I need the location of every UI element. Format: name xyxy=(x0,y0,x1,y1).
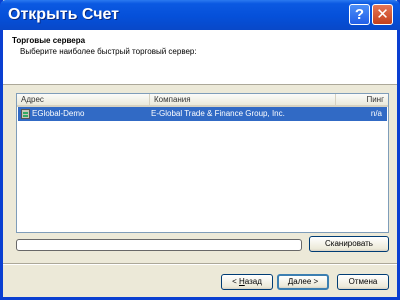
scan-button[interactable]: Сканировать xyxy=(309,236,389,252)
next-button[interactable]: Далее > xyxy=(277,274,329,290)
window-title: Открыть Счет xyxy=(8,6,119,23)
server-ping: n/a xyxy=(370,109,382,118)
footer-separator xyxy=(3,263,397,265)
open-account-dialog: Открыть Счет ? ✕ Торговые сервера Выбери… xyxy=(0,0,400,300)
back-button[interactable]: < Назад xyxy=(221,274,273,290)
server-row[interactable]: EGlobal-Demo E-Global Trade & Finance Gr… xyxy=(18,107,387,121)
help-button[interactable]: ? xyxy=(349,4,370,25)
column-company[interactable]: Компания xyxy=(150,94,336,105)
column-address[interactable]: Адрес xyxy=(17,94,150,105)
server-list[interactable]: Адрес Компания Пинг EGlobal-Demo E-Globa… xyxy=(16,93,389,233)
column-ping[interactable]: Пинг xyxy=(336,94,388,105)
back-prefix: < xyxy=(232,277,239,286)
server-address: EGlobal-Demo xyxy=(32,109,85,118)
scan-progress-bar xyxy=(16,239,302,251)
close-button[interactable]: ✕ xyxy=(372,4,393,25)
cancel-button[interactable]: Отмена xyxy=(337,274,389,290)
server-list-header: Адрес Компания Пинг xyxy=(17,94,388,107)
title-bar[interactable]: Открыть Счет ? ✕ xyxy=(0,0,400,30)
server-company: E-Global Trade & Finance Group, Inc. xyxy=(151,109,285,118)
back-rest: азад xyxy=(244,277,262,286)
wizard-header: Торговые сервера Выберите наиболее быстр… xyxy=(3,30,397,85)
server-icon xyxy=(21,109,30,119)
next-rest: алее > xyxy=(293,277,319,286)
header-subtitle: Выберите наиболее быстрый торговый серве… xyxy=(20,47,197,56)
header-title: Торговые сервера xyxy=(12,36,86,45)
